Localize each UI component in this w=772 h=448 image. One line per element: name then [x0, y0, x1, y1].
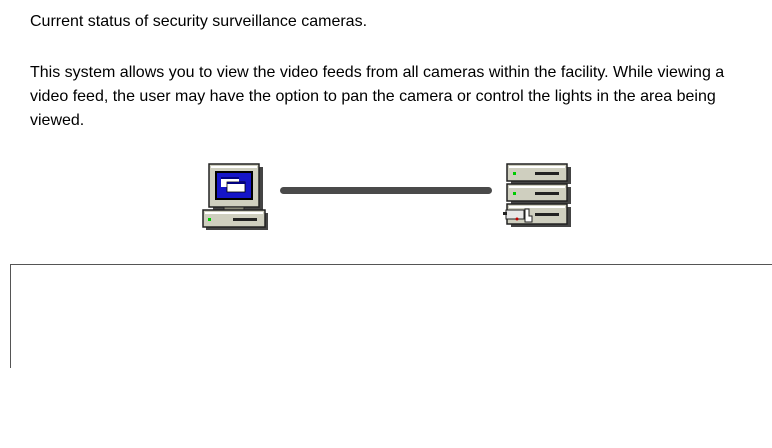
video-feed-panel[interactable] [10, 264, 772, 368]
computer-workstation-icon[interactable] [200, 162, 270, 230]
connection-diagram [195, 160, 580, 232]
server-stack-icon[interactable] [503, 163, 575, 229]
connection-link [280, 187, 492, 194]
status-heading: Current status of security surveillance … [30, 13, 368, 30]
system-description: This system allows you to view the video… [30, 64, 725, 129]
